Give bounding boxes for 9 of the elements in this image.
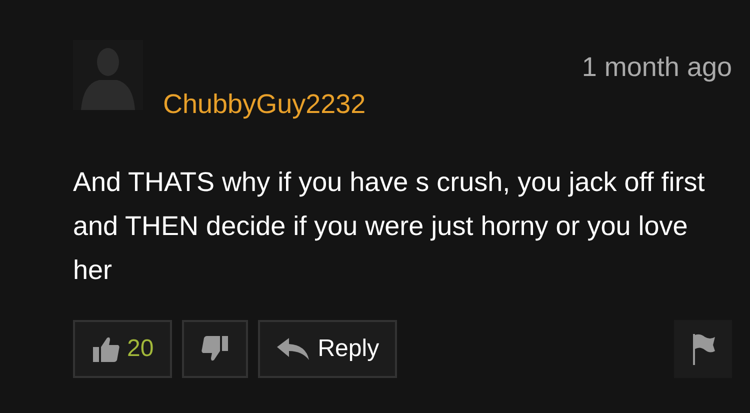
username[interactable]: ChubbyGuy2232 — [163, 89, 366, 120]
comment-text: And THATS why if you have s crush, you jack off first and THEN decide if you were just horny or you love her — [73, 166, 706, 287]
reply-arrow-icon — [276, 337, 310, 361]
timestamp: 1 month ago — [582, 52, 732, 83]
reply-button[interactable]: Reply — [258, 320, 398, 378]
upvote-button[interactable]: 20 — [73, 320, 172, 378]
flag-icon — [690, 332, 716, 366]
downvote-button[interactable] — [182, 320, 248, 378]
report-button[interactable] — [674, 320, 732, 378]
